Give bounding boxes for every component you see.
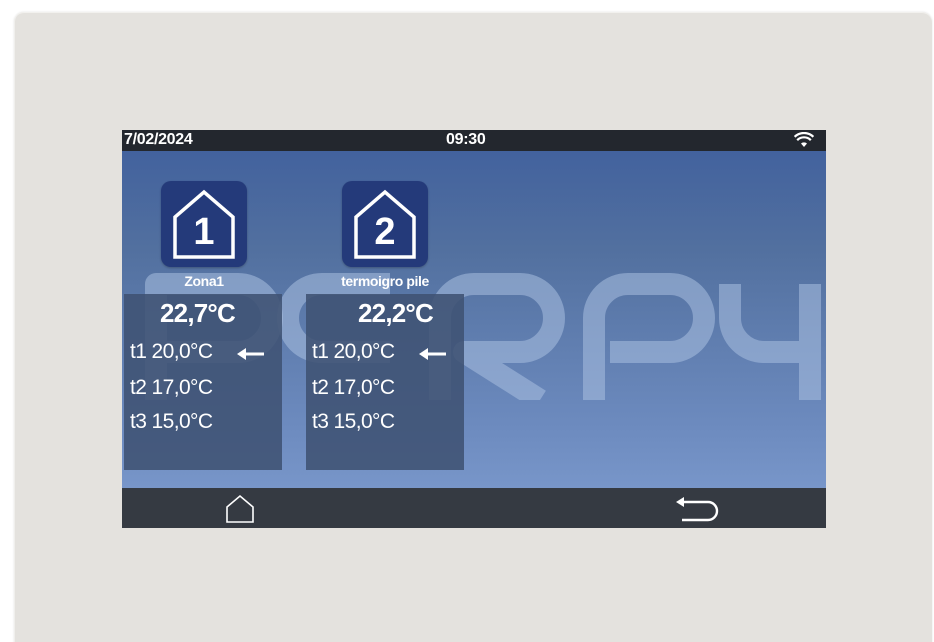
active-arrow-icon (237, 348, 264, 360)
zone-2-button[interactable]: 2 (342, 181, 428, 267)
zone-temperature: 22,2°C (358, 298, 434, 328)
zone-1-button[interactable]: 1 (161, 181, 247, 267)
zone-2-panel[interactable]: 22,2°C t1 20,0°C t2 17,0°C t3 15,0°C (306, 294, 464, 470)
touch-screen: 7/02/2024 09:30 1 Zona1 22,7°C t1 20,0°C… (122, 130, 826, 528)
zone-number: 2 (374, 211, 396, 253)
setpoint-t3: t3 15,0°C (312, 410, 395, 433)
back-icon[interactable] (674, 495, 720, 523)
setpoint-t1: t1 20,0°C (312, 340, 395, 363)
zone-number: 1 (193, 211, 215, 253)
active-arrow-icon (419, 348, 446, 360)
zone-1-panel[interactable]: 22,7°C t1 20,0°C t2 17,0°C t3 15,0°C (124, 294, 282, 470)
setpoint-t2: t2 17,0°C (130, 376, 213, 399)
wifi-icon (794, 132, 814, 147)
status-date: 7/02/2024 (124, 131, 193, 148)
setpoint-t2: t2 17,0°C (312, 376, 395, 399)
zone-temperature: 22,7°C (160, 298, 236, 328)
zone-name: termoigro pile (341, 273, 429, 289)
status-time: 09:30 (446, 131, 486, 148)
home-icon[interactable] (224, 494, 256, 524)
bottom-nav-bar (122, 488, 826, 528)
status-bar: 7/02/2024 09:30 (122, 130, 826, 151)
zone-name: Zona1 (184, 273, 224, 289)
setpoint-t1: t1 20,0°C (130, 340, 213, 363)
setpoint-t3: t3 15,0°C (130, 410, 213, 433)
